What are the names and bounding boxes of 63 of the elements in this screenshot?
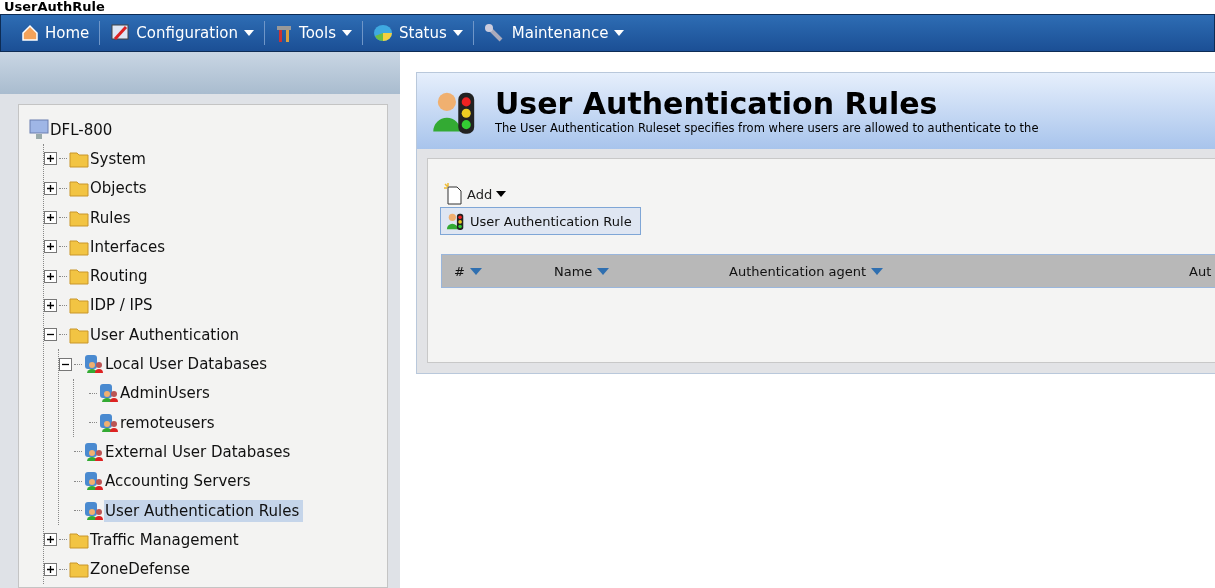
column-header[interactable]: Name (542, 263, 717, 279)
menu-item[interactable]: Maintenance (473, 19, 635, 47)
tree-item[interactable]: IDP / IPS (89, 294, 157, 317)
menu-item[interactable]: Home (11, 19, 100, 47)
folder-icon (69, 560, 89, 579)
tree-item[interactable]: Local User Databases (104, 353, 271, 375)
tree-item[interactable]: System (89, 147, 150, 170)
tree-item[interactable]: Rules (89, 206, 135, 229)
users-icon (84, 441, 104, 462)
folder-icon (69, 530, 89, 549)
menu-item[interactable]: Status (363, 19, 473, 47)
collapse-toggle[interactable] (59, 357, 72, 371)
monitor-icon (110, 23, 131, 43)
expand-toggle[interactable] (44, 152, 57, 166)
menu-item[interactable]: Configuration (100, 19, 265, 47)
expand-toggle[interactable] (44, 181, 57, 195)
page-title: User Authentication Rules (495, 87, 939, 121)
folder-icon (69, 237, 89, 256)
users-icon (99, 383, 119, 404)
folder-icon (69, 267, 89, 286)
tree-item[interactable]: Objects (89, 177, 151, 200)
add-button[interactable]: Add (441, 181, 509, 207)
column-header[interactable]: Aut (1177, 263, 1215, 279)
hammer-icon (275, 23, 294, 43)
users-icon (84, 500, 104, 521)
tree-item[interactable]: Interfaces (89, 235, 169, 258)
expand-toggle[interactable] (44, 533, 57, 547)
tree-item[interactable]: Accounting Servers (104, 470, 255, 493)
tree-item[interactable]: Traffic Management (89, 528, 243, 551)
tree-item[interactable]: User Authentication Rules (104, 499, 304, 522)
folder-icon (69, 325, 89, 344)
caret-icon (496, 191, 507, 197)
tree-item[interactable]: AdminUsers (119, 382, 214, 405)
expand-toggle[interactable] (44, 269, 57, 283)
column-header[interactable]: # (442, 263, 542, 279)
dropdown-menu-item[interactable]: User Authentication Rule (440, 207, 641, 235)
tree-item[interactable]: remoteusers (119, 411, 219, 434)
expand-toggle[interactable] (44, 562, 57, 576)
page-heading: UserAuthRule (3, 0, 106, 14)
computer-icon (29, 118, 49, 141)
new-document-icon (443, 183, 463, 205)
folder-icon (69, 179, 89, 198)
expand-toggle[interactable] (44, 298, 57, 312)
pie-chart-icon (373, 24, 393, 42)
users-icon (84, 354, 104, 374)
tree-item[interactable]: ZoneDefense (89, 558, 195, 581)
folder-icon (69, 149, 89, 168)
users-traffic-light-icon (446, 211, 466, 231)
expand-toggle[interactable] (44, 211, 57, 225)
users-icon (84, 471, 104, 492)
collapse-toggle[interactable] (44, 328, 57, 342)
tree-item[interactable]: Routing (89, 265, 152, 288)
expand-toggle[interactable] (44, 240, 57, 254)
house-icon (21, 24, 39, 42)
users-icon (99, 412, 119, 433)
page-description: The User Authentication Ruleset specifies from where users are allowed to authenticate to the (495, 121, 1039, 135)
tree-item[interactable]: External User Databases (104, 440, 295, 463)
folder-icon (69, 296, 89, 315)
tree-item[interactable]: DFL-800 (49, 118, 117, 141)
tree-item[interactable]: User Authentication (89, 323, 244, 346)
folder-icon (69, 208, 89, 227)
column-header[interactable]: Authentication agent (717, 263, 1177, 279)
menu-item[interactable]: Tools (265, 19, 362, 47)
